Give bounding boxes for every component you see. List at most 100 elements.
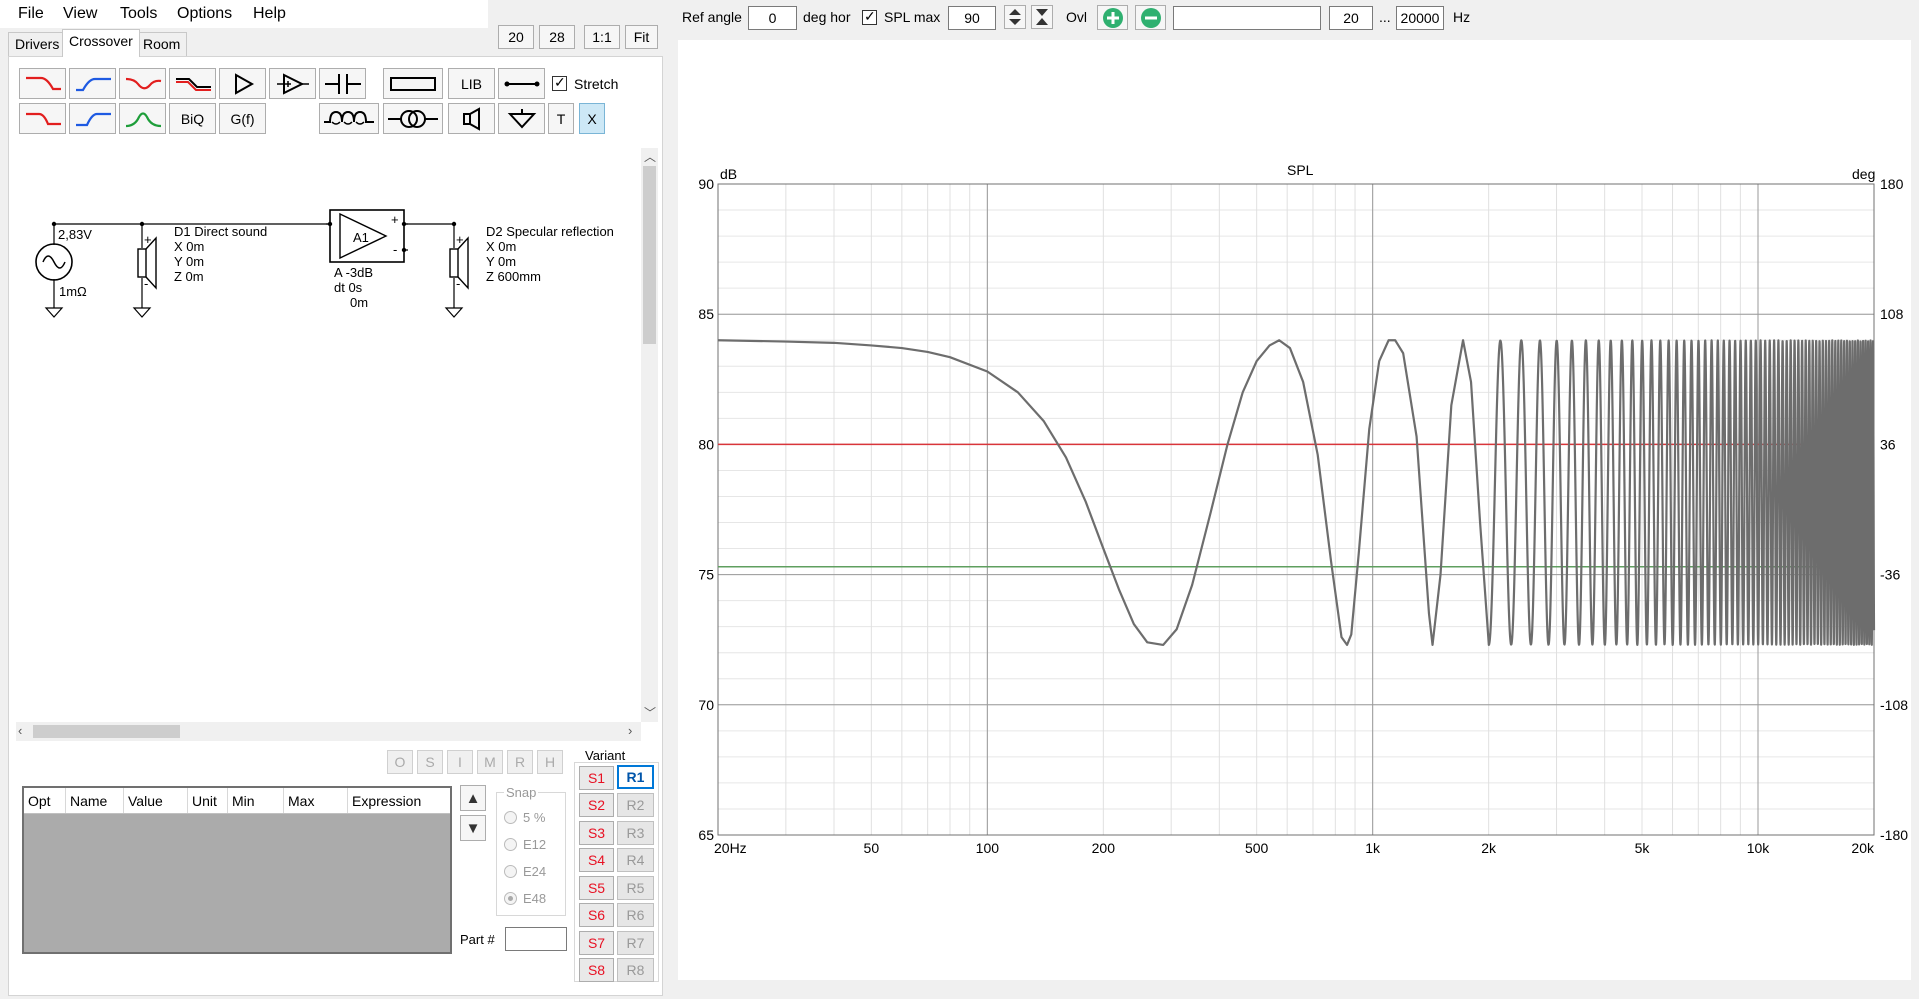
part-number-input[interactable] [505,927,567,951]
flag-m-button[interactable]: M [477,750,503,774]
tab-drivers[interactable]: Drivers [8,32,66,56]
flag-s-button[interactable]: S [417,750,443,774]
variant-s6[interactable]: S6 [579,903,614,927]
variant-r8[interactable]: R8 [617,958,654,982]
variant-s1[interactable]: S1 [579,766,614,790]
highpass2-tool[interactable] [69,103,116,134]
scroll-left-icon[interactable]: ‹ [18,723,22,738]
lowpass2-tool[interactable] [19,103,66,134]
flag-r-button[interactable]: R [507,750,533,774]
lowpass-tool[interactable] [19,68,66,99]
capacitor-tool[interactable] [319,68,366,99]
variant-s3[interactable]: S3 [579,821,614,845]
snap-option-e12[interactable]: E12 [504,837,546,852]
shelf-tool[interactable] [169,68,216,99]
flag-h-button[interactable]: H [537,750,563,774]
ground-tool[interactable] [498,103,545,134]
menu-help[interactable]: Help [253,5,286,23]
snap-option-5pct[interactable]: 5 % [504,810,545,825]
col-unit[interactable]: Unit [188,788,228,813]
scroll-right-icon[interactable]: › [628,723,632,738]
wire-tool[interactable] [498,68,545,99]
spl-graph-panel[interactable]: 90 180 85 108 80 36 75 -36 70 -108 65 -180 20Hz 50 100… [678,40,1911,980]
zoom-1to1-button[interactable]: 1:1 [584,25,620,49]
variant-r4[interactable]: R4 [617,848,654,872]
highpass-tool[interactable] [69,68,116,99]
zoom-fit-button[interactable]: Fit [625,25,658,49]
cross-tool[interactable]: X [579,103,605,134]
tab-crossover[interactable]: Crossover [62,29,140,57]
variant-s4[interactable]: S4 [579,848,614,872]
snap-option-e24[interactable]: E24 [504,864,546,879]
variant-r5[interactable]: R5 [617,876,654,900]
hscroll-thumb[interactable] [33,725,180,738]
variant-r3[interactable]: R3 [617,821,654,845]
schematic-vscroll[interactable]: ︿ ﹀ [641,148,658,722]
lib-button[interactable]: LIB [448,68,495,99]
move-down-button[interactable]: ▼ [460,815,486,841]
snap-option-label: E48 [523,891,546,906]
zoom-20-button[interactable]: 20 [498,25,534,49]
col-max[interactable]: Max [284,788,348,813]
variant-s2[interactable]: S2 [579,793,614,817]
variant-s8[interactable]: S8 [579,958,614,982]
resistor-tool[interactable] [383,68,443,99]
x-tick-label: 500 [1245,840,1269,856]
freq-min-input[interactable]: 20 [1329,6,1373,30]
spl-fit-button[interactable] [1031,5,1053,29]
variant-s5[interactable]: S5 [579,876,614,900]
variant-s7[interactable]: S7 [579,931,614,955]
move-up-button[interactable]: ▲ [460,785,486,811]
menu-file[interactable]: File [18,5,44,23]
amplifier-tool[interactable] [269,68,316,99]
plus-circle-icon [1101,7,1125,29]
text-tool[interactable]: T [548,103,574,134]
schematic-canvas[interactable]: 2,83V 1mΩ + - D1 Direct sound X 0m Y 0m … [16,150,641,722]
scroll-down-icon[interactable]: ﹀ [644,704,656,721]
overlay-remove-button[interactable] [1135,5,1166,30]
parameter-table[interactable]: Opt Name Value Unit Min Max Expression [22,786,452,954]
col-value[interactable]: Value [124,788,188,813]
inductor-tool[interactable] [319,103,379,134]
zoom-28-button[interactable]: 28 [539,25,575,49]
flag-i-button[interactable]: I [447,750,473,774]
transfer-function-button[interactable]: G(f) [219,103,266,134]
biquad-button[interactable]: BiQ [169,103,216,134]
snap-option-e48[interactable]: E48 [504,891,546,906]
stretch-checkbox[interactable] [552,76,567,91]
overlay-name-input[interactable] [1173,6,1321,30]
overlay-add-button[interactable] [1097,5,1128,30]
a1-name[interactable]: A1 [353,230,369,245]
flag-o-button[interactable]: O [387,750,413,774]
variant-r1[interactable]: R1 [617,765,654,789]
scroll-up-icon[interactable]: ︿ [644,148,656,165]
d1-name[interactable]: D1 Direct sound [174,224,267,239]
buffer-tool[interactable] [219,68,266,99]
spl-chart[interactable]: 90 180 85 108 80 36 75 -36 70 -108 65 -180 20Hz 50 100… [678,40,1911,980]
x-tick-label: 100 [976,840,1000,856]
allpass-tool[interactable] [119,68,166,99]
menu-view[interactable]: View [63,5,97,23]
col-expression[interactable]: Expression [348,788,450,813]
spl-spin-button[interactable] [1004,5,1026,29]
vscroll-thumb[interactable] [643,166,656,344]
spl-max-checkbox[interactable] [862,10,877,25]
menu-options[interactable]: Options [177,5,232,23]
menu-tools[interactable]: Tools [120,5,157,23]
col-opt[interactable]: Opt [24,788,66,813]
d2-name[interactable]: D2 Specular reflection [486,224,614,239]
freq-max-input[interactable]: 20000 [1396,6,1444,30]
variant-r2[interactable]: R2 [617,793,654,817]
spl-max-input[interactable]: 90 [948,6,996,30]
schematic-hscroll[interactable]: ‹ › [16,722,641,741]
col-min[interactable]: Min [228,788,284,813]
ref-angle-input[interactable]: 0 [748,6,797,30]
driver-tool[interactable] [448,103,495,134]
variant-r6[interactable]: R6 [617,903,654,927]
snap-option-label: E12 [523,837,546,852]
variant-r7[interactable]: R7 [617,931,654,955]
bandpass-tool[interactable] [119,103,166,134]
col-name[interactable]: Name [66,788,124,813]
tab-room[interactable]: Room [136,32,187,56]
transformer-tool[interactable] [383,103,443,134]
